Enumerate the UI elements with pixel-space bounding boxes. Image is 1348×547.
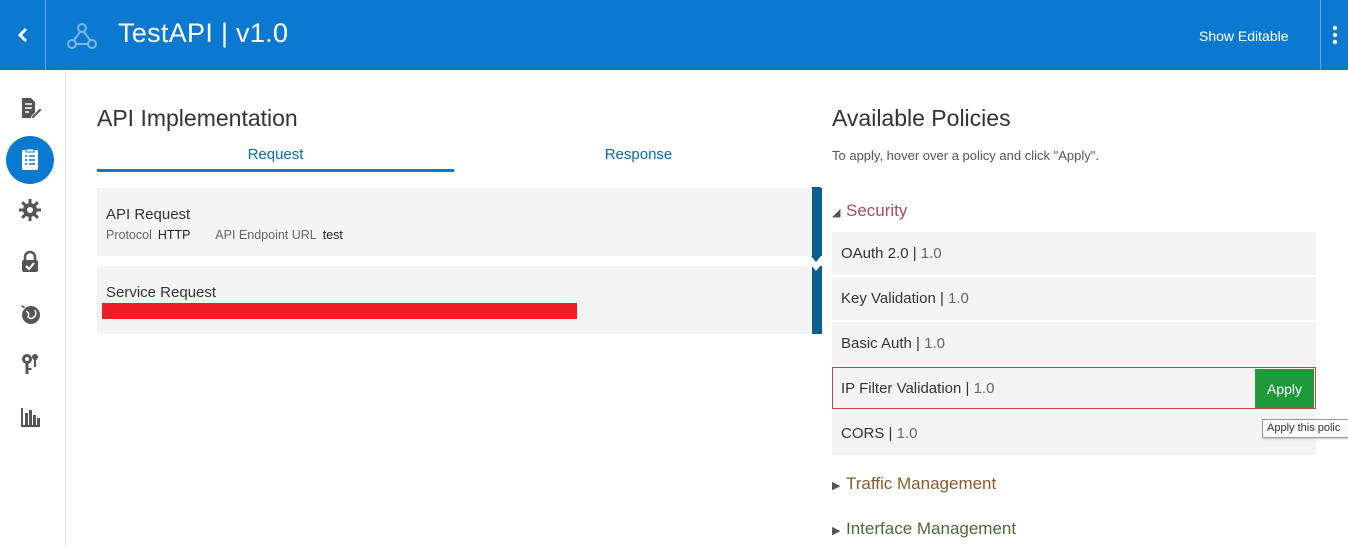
policy-version: 1.0 xyxy=(948,290,969,307)
protocol-label: Protocol xyxy=(106,228,152,242)
rail-item-deployments[interactable] xyxy=(6,290,54,338)
left-nav-rail xyxy=(0,70,66,547)
gear-icon xyxy=(19,199,41,221)
service-request-card[interactable]: Service Request xyxy=(97,266,822,334)
api-network-icon xyxy=(67,23,97,49)
back-button[interactable] xyxy=(0,0,46,70)
tab-response[interactable]: Response xyxy=(460,146,817,172)
collapsed-triangle-icon: ▶ xyxy=(832,525,841,537)
endpoint-value: test xyxy=(322,228,343,242)
policy-item-cors[interactable]: CORS | 1.0 xyxy=(832,412,1316,455)
document-edit-icon xyxy=(22,98,42,120)
policy-group-label: Interface Management xyxy=(846,519,1017,538)
policy-group-label: Security xyxy=(846,201,908,220)
policy-item-oauth[interactable]: OAuth 2.0 | 1.0 xyxy=(832,232,1316,275)
policy-version: 1.0 xyxy=(973,380,995,397)
apply-policy-button[interactable]: Apply xyxy=(1255,369,1314,408)
rail-item-security[interactable] xyxy=(6,238,54,286)
api-request-card[interactable]: API Request Protocol HTTP API Endpoint UR… xyxy=(97,188,822,256)
policy-name: OAuth 2.0 xyxy=(841,245,909,262)
service-request-title: Service Request xyxy=(106,284,217,301)
rail-item-grants[interactable] xyxy=(6,340,54,388)
rail-item-overview[interactable] xyxy=(6,84,54,132)
rail-item-analytics[interactable] xyxy=(6,392,54,440)
rail-item-settings[interactable] xyxy=(6,186,54,234)
implementation-title: API Implementation xyxy=(97,105,298,131)
policy-group-label: Traffic Management xyxy=(846,474,997,493)
tab-request[interactable]: Request xyxy=(97,146,454,172)
app-header: TestAPI | v1.0 Show Editable xyxy=(0,0,1348,70)
policy-name: Basic Auth xyxy=(841,335,912,352)
redacted-service-url xyxy=(102,303,577,319)
protocol-value: HTTP xyxy=(157,228,191,242)
api-request-title: API Request xyxy=(106,206,191,223)
policy-version: 1.0 xyxy=(920,245,942,262)
bar-chart-icon xyxy=(21,408,40,427)
policies-hint: To apply, hover over a policy and click … xyxy=(832,148,1099,163)
globe-icon xyxy=(20,305,40,324)
flow-connector-arrow xyxy=(811,256,821,262)
policy-item-key-validation[interactable]: Key Validation | 1.0 xyxy=(832,277,1316,320)
policy-name: IP Filter Validation xyxy=(841,380,962,397)
show-editable-button[interactable]: Show Editable xyxy=(1199,28,1289,44)
api-title: TestAPI | v1.0 xyxy=(118,18,289,48)
more-menu-button[interactable] xyxy=(1320,0,1348,70)
chevron-left-icon xyxy=(17,27,27,43)
policy-group-security[interactable]: ◢ Security xyxy=(832,201,907,221)
flow-connector xyxy=(812,188,822,256)
policy-version: 1.0 xyxy=(896,425,918,442)
policy-version: 1.0 xyxy=(924,335,945,352)
api-request-meta: Protocol HTTP API Endpoint URL test xyxy=(106,228,365,242)
expanded-triangle-icon: ◢ xyxy=(832,207,841,219)
endpoint-label: API Endpoint URL xyxy=(215,228,317,242)
collapsed-triangle-icon: ▶ xyxy=(832,480,841,492)
policy-item-basic-auth[interactable]: Basic Auth | 1.0 xyxy=(832,322,1316,365)
api-implementation-icon xyxy=(22,148,38,170)
flow-connector-notch xyxy=(811,187,821,193)
flow-connector-notch xyxy=(811,265,821,271)
rail-item-api-implementation[interactable] xyxy=(6,136,54,184)
policy-group-traffic-management[interactable]: ▶ Traffic Management xyxy=(832,474,996,494)
flow-connector xyxy=(812,266,822,334)
policy-name: Key Validation xyxy=(841,290,936,307)
apply-tooltip: Apply this polic xyxy=(1262,419,1348,438)
policy-name: CORS xyxy=(841,425,885,442)
kebab-menu-icon xyxy=(1332,25,1337,45)
policy-group-interface-management[interactable]: ▶ Interface Management xyxy=(832,519,1016,539)
lock-icon xyxy=(22,250,38,272)
keys-icon xyxy=(22,354,38,374)
policies-title: Available Policies xyxy=(832,105,1011,131)
policy-item-ip-filter[interactable]: IP Filter Validation | 1.0 xyxy=(832,367,1316,409)
